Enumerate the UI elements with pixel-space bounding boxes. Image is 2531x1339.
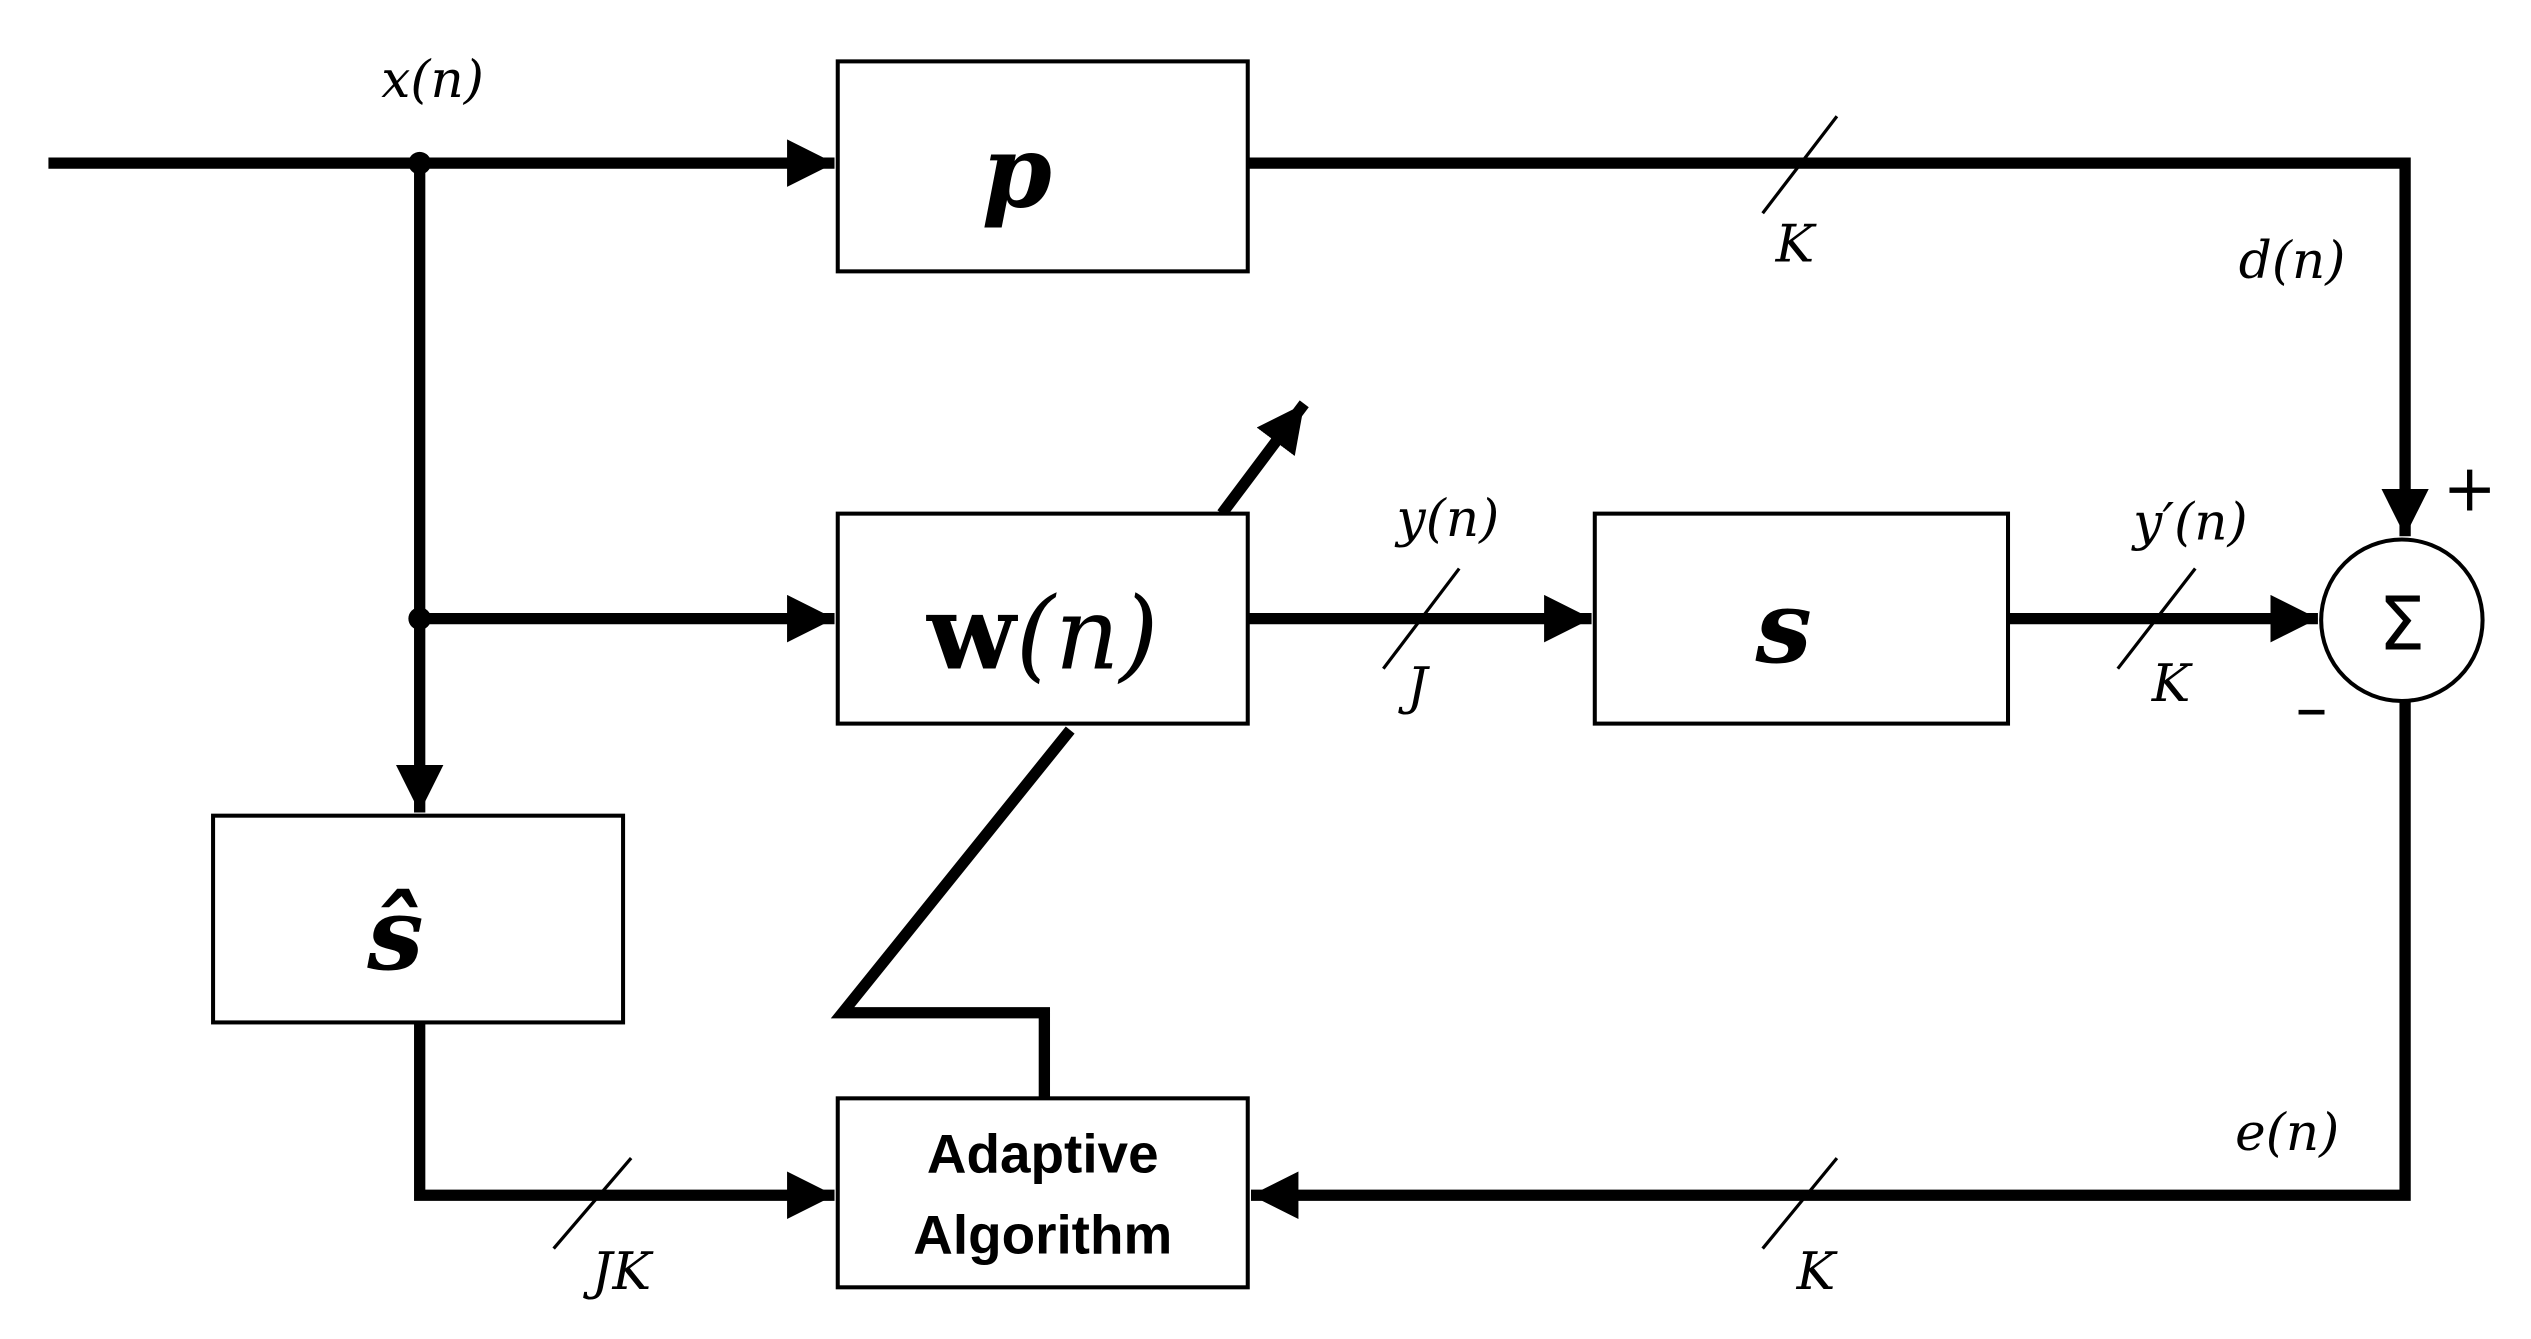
bus-width-filter: J (1398, 657, 1431, 717)
sigma-icon: Σ (2378, 580, 2425, 667)
secondary-path-label: s (1754, 568, 1811, 686)
summing-junction: Σ (2319, 537, 2485, 704)
error-wire (1250, 700, 2411, 1219)
adjustable-arrow-icon (1217, 400, 1309, 518)
signal-label-input: x(n) (381, 50, 484, 110)
adaptive-algorithm-line1: Adaptive (927, 1123, 1159, 1185)
signal-label-error: e(n) (2235, 1103, 2339, 1163)
plus-sign: + (2443, 451, 2497, 526)
minus-sign: – (2295, 671, 2327, 746)
adaptive-filter-block: w(n) (835, 511, 1250, 726)
primary-path-block: p (835, 59, 1250, 274)
adaptive-filter-label: w(n) (926, 573, 1158, 694)
weight-update-wire (830, 726, 1075, 1099)
secondary-path-block: s (1592, 511, 2011, 726)
primary-path-label: p (982, 113, 1052, 231)
bus-width-secondary: K (2151, 654, 2194, 714)
signal-label-filter-output: y(n) (1395, 489, 1500, 549)
bus-width-error: K (1796, 1242, 1839, 1302)
signal-label-secondary-output: y′(n) (2131, 492, 2247, 552)
adaptive-algorithm-line2: Algorithm (913, 1203, 1172, 1265)
bus-slash-error (1761, 1157, 1839, 1250)
adaptive-filter-diagram: p w(n) s ŝ Adaptive Algorithm Σ + – x(n)… (48, 50, 2497, 1302)
secondary-path-estimate-block: ŝ (211, 813, 626, 1025)
bus-slash-reference (552, 1157, 633, 1250)
signal-label-desired: d(n) (2239, 231, 2346, 291)
filtered-reference-wire (414, 1022, 835, 1219)
secondary-path-estimate-label: ŝ (366, 875, 423, 993)
bus-width-primary: K (1775, 215, 1818, 275)
adaptive-algorithm-block: Adaptive Algorithm (835, 1096, 1250, 1290)
bus-width-reference: JK (583, 1242, 655, 1302)
primary-output-wire (1247, 157, 2429, 537)
